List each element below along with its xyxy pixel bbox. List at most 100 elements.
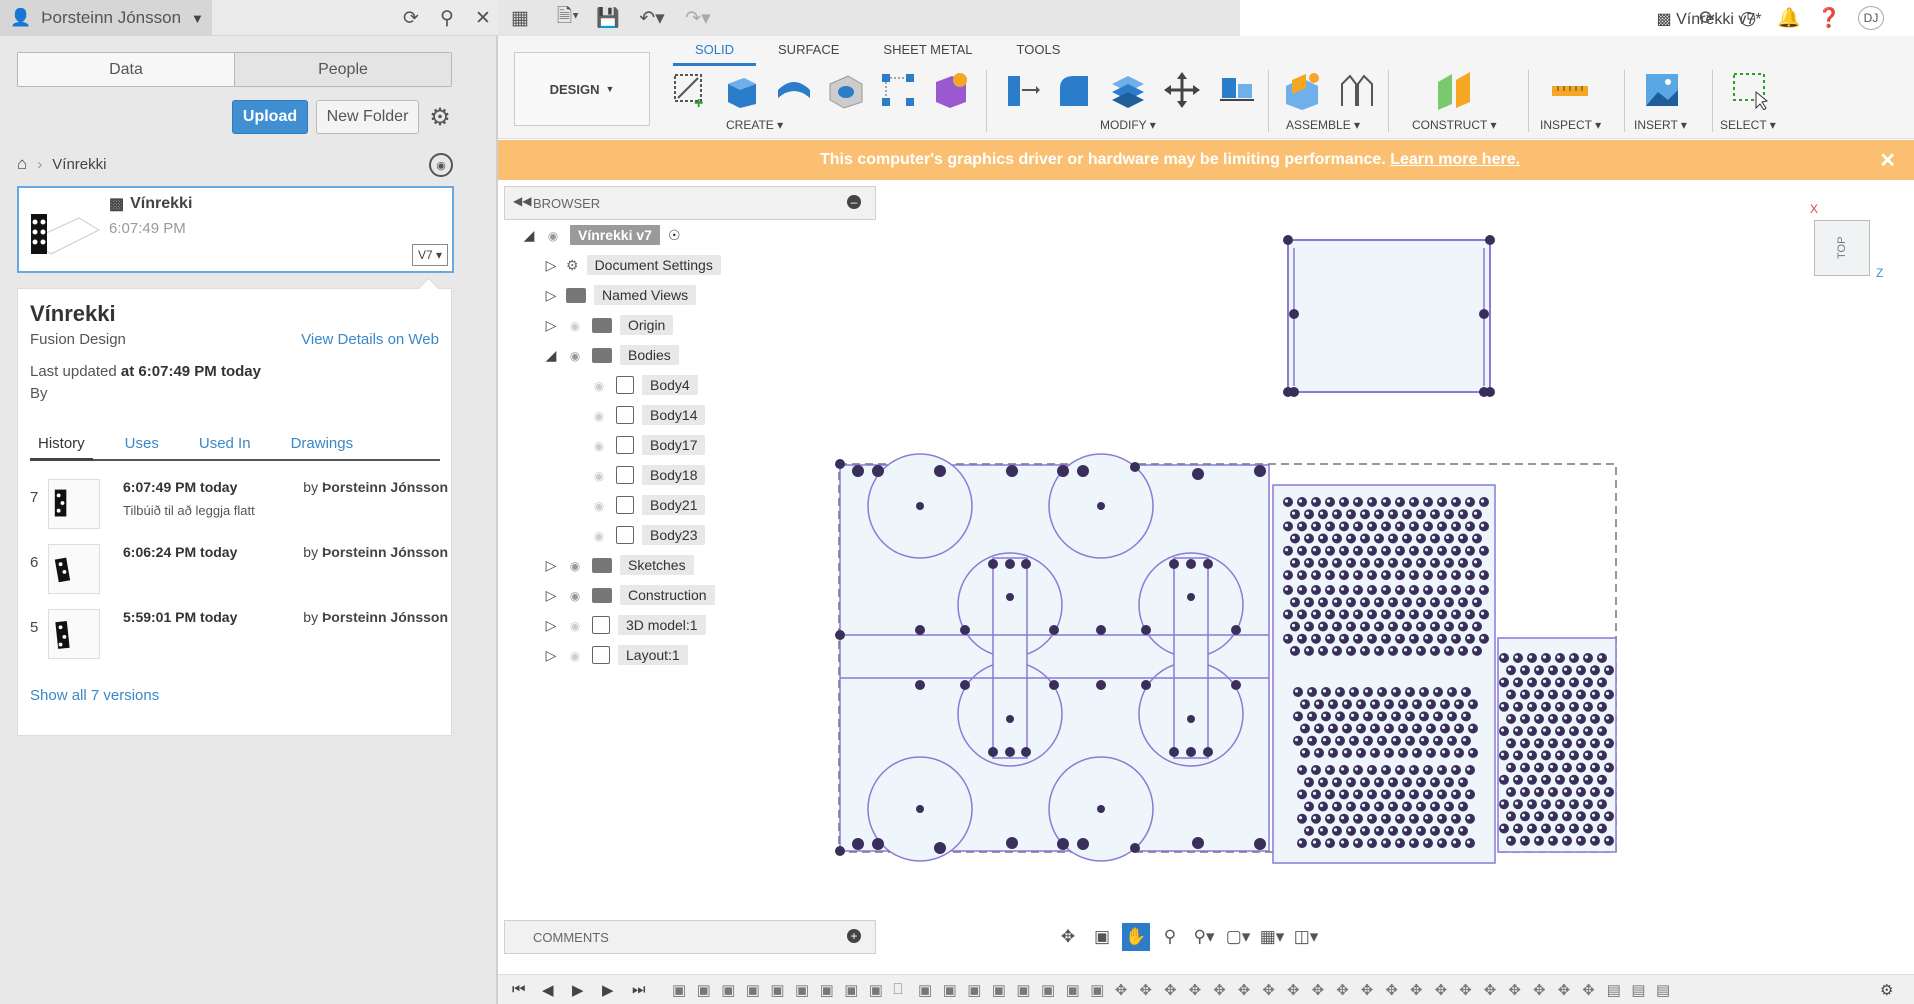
timeline-feature-icon[interactable]: ▣ bbox=[820, 981, 834, 999]
measure-icon[interactable] bbox=[1548, 68, 1592, 112]
select-icon[interactable] bbox=[1728, 68, 1772, 112]
timeline-feature-icon[interactable]: ▣ bbox=[1016, 981, 1030, 999]
expand-arrow-icon[interactable]: ▷ bbox=[544, 617, 558, 634]
version-dropdown[interactable]: V7 ▾ bbox=[412, 244, 448, 266]
offset-plane-icon[interactable] bbox=[1432, 68, 1476, 112]
activate-radio-icon[interactable]: ☉ bbox=[668, 227, 681, 244]
new-folder-button[interactable]: New Folder bbox=[316, 100, 419, 134]
assemble-menu[interactable]: ASSEMBLE ▾ bbox=[1286, 118, 1360, 132]
document-tab[interactable]: ▩ Vínrekki v7* ✕ bbox=[1240, 0, 1914, 36]
tree-item-body[interactable]: ◉ Body23 bbox=[590, 522, 706, 548]
go-to-end-icon[interactable]: ⏭ bbox=[632, 981, 646, 998]
extensions-icon[interactable]: ⟳ bbox=[1694, 6, 1720, 30]
tree-item-3d-model[interactable]: ▷ ◉ 3D model:1 bbox=[544, 612, 706, 638]
close-icon[interactable]: ✕ bbox=[1879, 148, 1896, 173]
timeline-feature-icon[interactable]: ✥ bbox=[1238, 981, 1251, 999]
eye-icon[interactable]: ◉ bbox=[566, 559, 584, 573]
save-icon[interactable]: 💾 bbox=[596, 6, 620, 30]
eye-hidden-icon[interactable]: ◉ bbox=[566, 649, 584, 663]
step-forward-icon[interactable]: ▶ bbox=[602, 981, 614, 999]
grid-menu-icon[interactable]: ▦ bbox=[508, 6, 532, 30]
inspect-menu[interactable]: INSPECT ▾ bbox=[1540, 118, 1601, 132]
align-icon[interactable] bbox=[1214, 68, 1258, 112]
tab-tools[interactable]: TOOLS bbox=[995, 42, 1083, 66]
tree-root[interactable]: ◢ ◉ Vínrekki v7 ☉ bbox=[522, 222, 681, 248]
timeline-feature-icon[interactable]: ✥ bbox=[1410, 981, 1423, 999]
file-menu-icon[interactable]: 🗎▾ bbox=[548, 6, 588, 30]
home-icon[interactable]: ⌂ bbox=[17, 154, 27, 174]
create-sketch-icon[interactable]: + bbox=[668, 68, 712, 112]
tab-uses[interactable]: Uses bbox=[117, 435, 167, 459]
eye-hidden-icon[interactable]: ◉ bbox=[590, 439, 608, 453]
tab-people[interactable]: People bbox=[235, 53, 451, 86]
timeline-feature-icon[interactable]: ▣ bbox=[844, 981, 858, 999]
timeline-feature-icon[interactable]: ✥ bbox=[1189, 981, 1202, 999]
timeline-feature-icon[interactable]: ✥ bbox=[1459, 981, 1472, 999]
timeline-feature-icon[interactable]: ✥ bbox=[1312, 981, 1325, 999]
step-back-icon[interactable]: ◀ bbox=[542, 981, 554, 999]
go-to-start-icon[interactable]: ⏮ bbox=[512, 981, 526, 998]
eye-hidden-icon[interactable]: ◉ bbox=[566, 319, 584, 333]
eye-hidden-icon[interactable]: ◉ bbox=[566, 619, 584, 633]
timeline-feature-icon[interactable]: ▣ bbox=[943, 981, 957, 999]
select-menu[interactable]: SELECT ▾ bbox=[1720, 118, 1776, 132]
eye-icon[interactable]: ◉ bbox=[544, 229, 562, 243]
orbit-icon[interactable]: ✥ bbox=[1054, 923, 1082, 951]
eye-hidden-icon[interactable]: ◉ bbox=[590, 469, 608, 483]
redo-icon[interactable]: ↷▾ bbox=[678, 6, 718, 30]
refresh-icon[interactable]: ⟳ bbox=[398, 6, 424, 30]
timeline-feature-icon[interactable]: ▣ bbox=[746, 981, 760, 999]
collapse-panel-icon[interactable]: ◀◀ bbox=[513, 194, 531, 208]
timeline-feature-icon[interactable]: ▤ bbox=[1607, 981, 1621, 999]
timeline-feature-icon[interactable]: ▣ bbox=[869, 981, 883, 999]
insert-image-icon[interactable] bbox=[1640, 68, 1684, 112]
tree-item-bodies[interactable]: ◢ ◉ Bodies bbox=[544, 342, 679, 368]
grid-settings-icon[interactable]: ▦▾ bbox=[1258, 923, 1286, 951]
modify-menu[interactable]: MODIFY ▾ bbox=[1100, 118, 1156, 132]
eye-icon[interactable]: ◉ bbox=[566, 349, 584, 363]
shell-icon[interactable] bbox=[1106, 68, 1150, 112]
eye-hidden-icon[interactable]: ◉ bbox=[590, 379, 608, 393]
gear-icon[interactable]: ⚙ bbox=[425, 102, 455, 132]
zoom-icon[interactable]: ⚲ bbox=[1156, 923, 1184, 951]
show-all-versions-link[interactable]: Show all 7 versions bbox=[30, 687, 159, 704]
expand-arrow-icon[interactable]: ▷ bbox=[544, 557, 558, 574]
timeline-feature-icon[interactable]: ✥ bbox=[1435, 981, 1448, 999]
globe-icon[interactable]: ◉ bbox=[429, 153, 453, 177]
tree-item-body[interactable]: ◉ Body17 bbox=[590, 432, 706, 458]
timeline-feature-icon[interactable]: ▣ bbox=[721, 981, 735, 999]
tree-item-origin[interactable]: ▷ ◉ Origin bbox=[544, 312, 674, 338]
workspace-switcher[interactable]: DESIGN ▼ bbox=[514, 52, 650, 126]
timeline-feature-icon[interactable]: ✥ bbox=[1533, 981, 1546, 999]
history-entry[interactable]: 5 5:59:01 PM today by Þorsteinn Jónsson bbox=[30, 609, 450, 669]
tree-item-layout[interactable]: ▷ ◉ Layout:1 bbox=[544, 642, 688, 668]
timeline-feature-icon[interactable]: ✥ bbox=[1508, 981, 1521, 999]
expand-arrow-icon[interactable]: ▷ bbox=[544, 317, 558, 334]
timeline-feature-icon[interactable]: ✥ bbox=[1385, 981, 1398, 999]
history-entry[interactable]: 6 6:06:24 PM today by Þorsteinn Jónsson bbox=[30, 544, 450, 604]
undo-icon[interactable]: ↶▾ bbox=[632, 6, 672, 30]
profile-avatar[interactable]: DJ bbox=[1858, 6, 1884, 30]
timeline-feature-icon[interactable]: ✥ bbox=[1262, 981, 1275, 999]
tree-item-sketches[interactable]: ▷ ◉ Sketches bbox=[544, 552, 694, 578]
timeline-feature-icon[interactable]: ▣ bbox=[770, 981, 784, 999]
add-comment-icon[interactable]: + bbox=[847, 929, 861, 943]
eye-hidden-icon[interactable]: ◉ bbox=[590, 499, 608, 513]
viewports-icon[interactable]: ◫▾ bbox=[1292, 923, 1320, 951]
minimize-icon[interactable]: – bbox=[847, 195, 861, 209]
tree-item-document-settings[interactable]: ▷ ⚙ Document Settings bbox=[544, 252, 721, 278]
sketch-geometry[interactable] bbox=[498, 180, 1914, 974]
timeline-feature-icon[interactable]: ✥ bbox=[1164, 981, 1177, 999]
extrude-icon[interactable] bbox=[720, 68, 764, 112]
tab-history[interactable]: History bbox=[30, 435, 93, 461]
timeline-feature-icon[interactable]: ✥ bbox=[1582, 981, 1595, 999]
tree-item-body[interactable]: ◉ Body18 bbox=[590, 462, 706, 488]
tree-item-body[interactable]: ◉ Body21 bbox=[590, 492, 706, 518]
hole-icon[interactable] bbox=[824, 68, 868, 112]
notifications-icon[interactable]: 🔔 bbox=[1776, 6, 1802, 30]
form-icon[interactable] bbox=[928, 68, 972, 112]
construct-menu[interactable]: CONSTRUCT ▾ bbox=[1412, 118, 1496, 132]
play-icon[interactable]: ▶ bbox=[572, 981, 584, 999]
tab-used-in[interactable]: Used In bbox=[191, 435, 259, 459]
move-icon[interactable] bbox=[1160, 68, 1204, 112]
